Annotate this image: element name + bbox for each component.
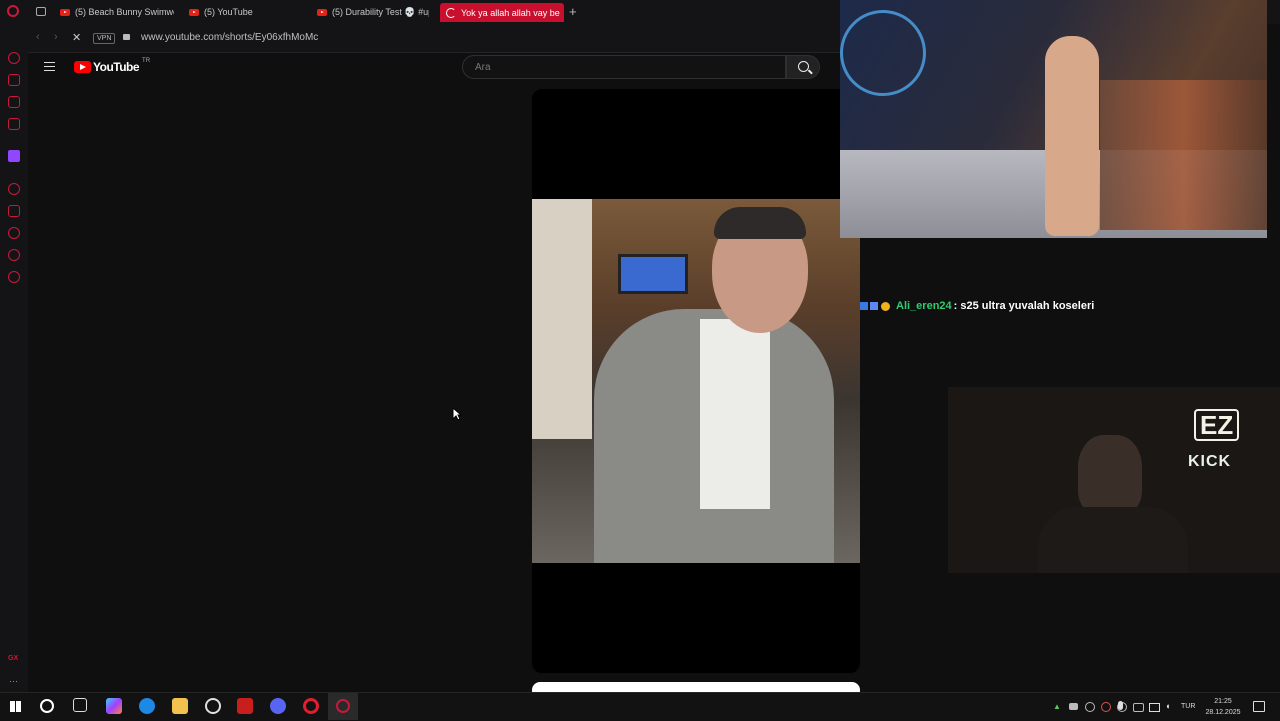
webcam-overlay: EZ KICK [948,387,1280,573]
vpn-badge[interactable]: VPN [93,33,116,44]
address-bar: ‹ › ✕ VPN www.youtube.com/shorts/Ey06xfh… [28,24,840,53]
tab-durability-test[interactable]: (5) Durability Test 💀 #up [317,0,429,24]
task-view-icon[interactable] [73,698,87,712]
region-code: TR [142,58,151,64]
event-logo [840,10,926,96]
tab-title: (5) Beach Bunny Swimwe [75,7,174,17]
tab-beach-bunny[interactable]: (5) Beach Bunny Swimwe [60,0,174,24]
twitch-icon[interactable] [8,150,20,162]
opera-gx-active-icon[interactable] [328,693,358,720]
player-icon[interactable] [8,96,20,108]
loading-spinner-icon [446,7,456,18]
comment-bar[interactable] [532,682,860,692]
clock-time: 21:25 [1214,698,1232,705]
notification-icon[interactable] [1253,701,1265,712]
windows-start-icon[interactable] [10,701,21,712]
hair [714,207,806,239]
streamer-silhouette [1078,435,1142,515]
clock-date: 28.12.2025 [1205,709,1241,716]
tray-discord-icon[interactable] [1069,703,1078,710]
tab-yok-ya-allah[interactable]: Yok ya allah allah vay be [440,3,564,22]
history-icon[interactable] [8,227,20,239]
url-text[interactable]: www.youtube.com/shorts/Ey06xfhMoMc [141,32,318,43]
network-icon[interactable] [1149,703,1160,712]
tab-youtube[interactable]: (5) YouTube [189,0,289,24]
tray-opera-icon[interactable] [1101,702,1111,712]
youtube-logo[interactable]: YouTube TR [74,58,151,74]
copilot-icon[interactable] [106,698,122,714]
stop-loading-icon[interactable]: ✕ [72,31,81,44]
youtube-play-icon [74,61,91,73]
youtube-favicon-icon [189,8,199,16]
back-icon[interactable]: ‹ [36,31,40,43]
forward-icon[interactable]: › [54,31,58,43]
tab-title: Yok ya allah allah vay be [461,7,560,18]
verified-badge-icon [870,302,878,310]
gx-label[interactable]: GX [8,655,18,662]
ez-neon-sign: EZ [1194,409,1240,441]
opera-icon[interactable] [303,698,319,714]
audience [1100,80,1267,230]
tray-arrow-icon[interactable]: ▲ [1053,702,1061,711]
bag-icon[interactable] [8,74,20,86]
new-tab-button[interactable]: + [569,4,577,19]
opera-logo-icon[interactable] [7,5,19,17]
more-icon[interactable]: ⋯ [9,676,18,687]
chat-username: Ali_eren24 [896,300,952,312]
language-indicator[interactable]: TUR [1181,703,1195,710]
subscriber-badge-icon [860,302,868,310]
tab-title: (5) YouTube [204,7,253,17]
tray-onedrive-icon[interactable] [1133,703,1144,712]
search-input[interactable]: Ara [462,55,786,79]
discord-icon[interactable] [270,698,286,714]
kick-neon-sign: KICK [1188,453,1232,470]
youtube-logo-text: YouTube [93,60,140,74]
gift-badge-icon [881,301,890,311]
play-circle-icon[interactable] [8,183,20,195]
lock-icon [123,34,130,40]
microphone-icon[interactable] [1118,701,1123,710]
shirt [700,319,770,509]
youtube-favicon-icon [60,8,70,16]
model-figure [1045,36,1099,236]
news-icon[interactable] [8,118,20,130]
mouse-cursor-icon [452,407,462,421]
chat-icon[interactable] [8,249,20,261]
shorts-video-player[interactable] [532,89,860,673]
tv-screen [618,254,688,294]
tray-app-icon[interactable] [1085,702,1095,712]
menu-icon[interactable] [44,62,55,71]
settings-icon[interactable] [8,271,20,283]
search-button[interactable] [786,55,820,79]
file-explorer-icon[interactable] [172,698,188,714]
voice-app-icon[interactable] [237,698,253,714]
chat-text: : s25 ultra yuvalah koseleri [953,300,1095,312]
edge-icon[interactable] [139,698,155,714]
clock[interactable]: 21:25 28.12.2025 [1203,696,1243,718]
volume-icon[interactable]: ◖ [1165,701,1170,711]
refresh-icon[interactable] [8,52,20,64]
app-icon[interactable] [205,698,221,714]
video-frame [532,199,860,563]
browser-sidebar: GX ⋯ [0,24,28,692]
chat-message: Ali_eren24 : s25 ultra yuvalah koseleri [860,300,1094,312]
left-wall [532,199,592,439]
youtube-favicon-icon [317,8,327,16]
search-icon[interactable] [40,699,54,713]
bookmark-icon[interactable] [8,205,20,217]
tab-title: (5) Durability Test 💀 #up [332,6,429,17]
streamer-body [1038,507,1188,573]
runway-video-overlay [840,0,1267,238]
tab-overview-icon[interactable] [36,7,46,16]
